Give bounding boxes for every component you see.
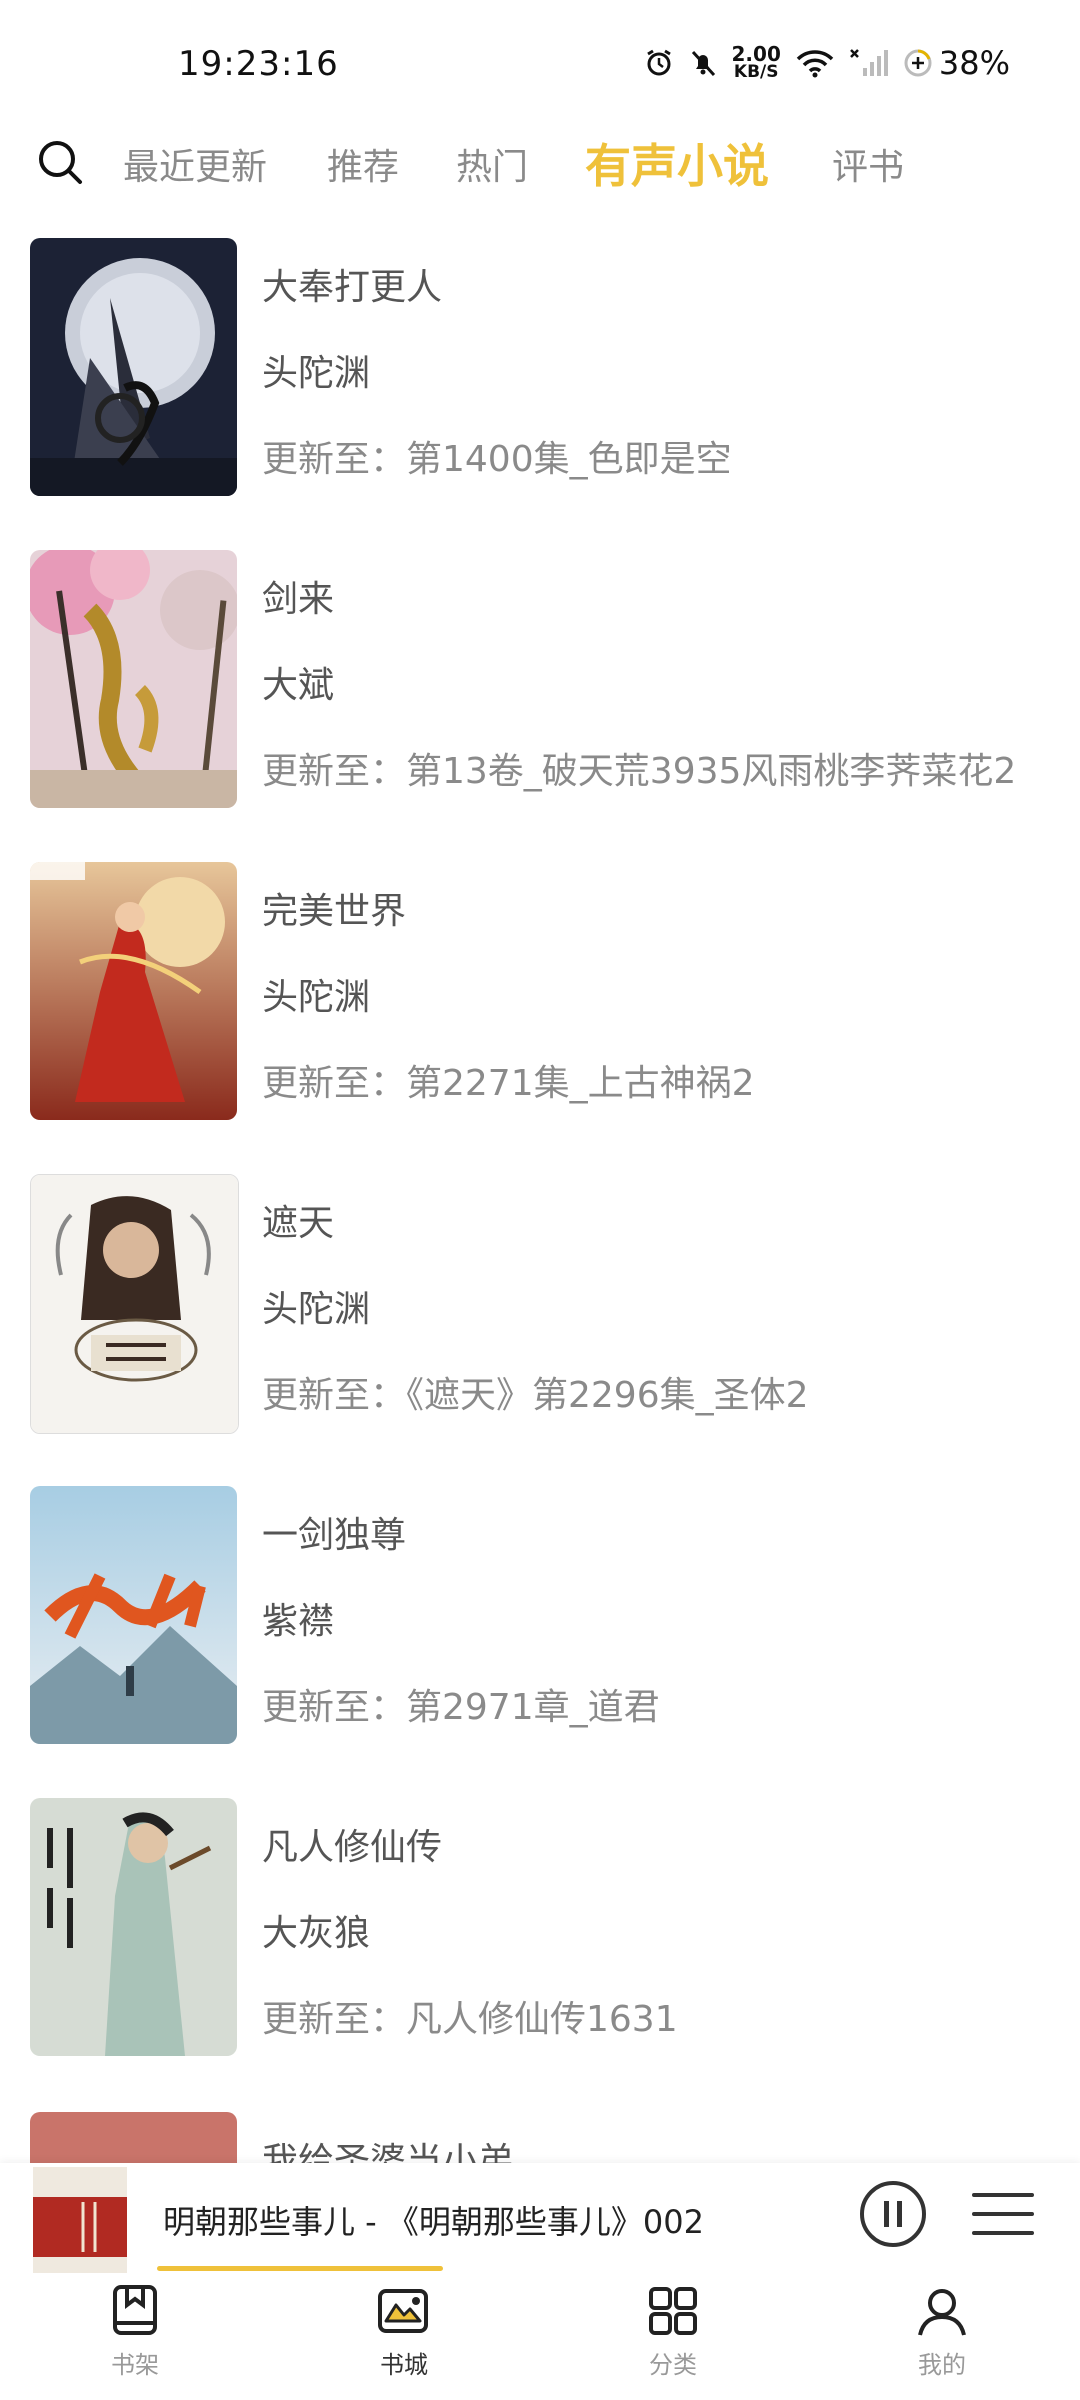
- list-item[interactable]: 遮天 头陀渊 更新至：《遮天》第2296集_圣体2: [0, 1172, 1080, 1434]
- book-update: 更新至：第13卷_破天荒3935风雨桃李荠菜花2: [262, 751, 1017, 792]
- book-author: 头陀渊: [262, 977, 371, 1018]
- book-update: 更新至：第2971章_道君: [262, 1687, 660, 1728]
- battery-icon: [904, 49, 932, 77]
- net-speed: 2.00 KB/S: [731, 42, 781, 82]
- nav-label: 分类: [649, 2351, 697, 2379]
- book-author: 大斌: [262, 665, 335, 706]
- mini-player[interactable]: 明朝那些事儿 - 《明朝那些事儿》002: [0, 2163, 1080, 2277]
- player-title: 明朝那些事儿 - 《明朝那些事儿》002: [163, 2203, 704, 2241]
- book-author: 大灰狼: [262, 1913, 371, 1954]
- book-title: 凡人修仙传: [262, 1827, 443, 1868]
- book-update: 更新至：《遮天》第2296集_圣体2: [262, 1375, 809, 1416]
- tab-audio-novels[interactable]: 有声小说: [585, 130, 769, 196]
- status-bar: 19:23:16 2.00 KB/S 38%: [0, 0, 1080, 130]
- nav-label: 书城: [380, 2351, 428, 2379]
- category-tabs: 最近更新 推荐 热门 有声小说 评书: [0, 118, 1080, 208]
- book-cover: [30, 1486, 237, 1744]
- playlist-button[interactable]: [972, 2183, 1034, 2245]
- pause-icon: [860, 2181, 926, 2247]
- battery-indicator: 38%: [903, 44, 1010, 82]
- bookshelf-icon: [107, 2283, 163, 2339]
- player-cover: [33, 2167, 127, 2277]
- nav-label: 我的: [918, 2351, 966, 2379]
- no-signal-icon: [849, 48, 889, 78]
- category-icon: [645, 2283, 701, 2339]
- book-title: 剑来: [262, 579, 335, 620]
- menu-icon: [972, 2193, 1034, 2235]
- book-title: 大奉打更人: [262, 267, 443, 308]
- tab-recent-updates[interactable]: 最近更新: [123, 138, 267, 190]
- book-update: 更新至：第1400集_色即是空: [262, 439, 732, 480]
- bookstore-icon: [376, 2283, 432, 2339]
- book-cover: [30, 550, 237, 808]
- nav-category[interactable]: 分类: [603, 2283, 743, 2380]
- alarm-icon: [644, 48, 674, 78]
- net-speed-unit: KB/S: [733, 62, 779, 82]
- nav-bookstore[interactable]: 书城: [334, 2283, 474, 2380]
- net-speed-value: 2.00: [731, 42, 781, 66]
- book-update: 更新至：第2271集_上古神祸2: [262, 1063, 755, 1104]
- search-icon[interactable]: [36, 138, 86, 188]
- list-item[interactable]: 一剑独尊 紫襟 更新至：第2971章_道君: [0, 1484, 1080, 1746]
- book-author: 紫襟: [262, 1601, 335, 1642]
- profile-icon: [914, 2283, 970, 2339]
- player-progress-bar: [157, 2266, 443, 2271]
- wifi-icon: [795, 48, 835, 78]
- book-cover: [30, 1174, 239, 1434]
- list-item[interactable]: 完美世界 头陀渊 更新至：第2271集_上古神祸2: [0, 860, 1080, 1122]
- book-update: 更新至：凡人修仙传1631: [262, 1999, 678, 2040]
- tab-recommended[interactable]: 推荐: [327, 138, 399, 190]
- tab-pingshu[interactable]: 评书: [832, 138, 904, 190]
- book-cover: [30, 238, 237, 496]
- book-author: 头陀渊: [262, 1289, 371, 1330]
- book-title: 一剑独尊: [262, 1515, 407, 1556]
- tab-popular[interactable]: 热门: [456, 138, 528, 190]
- list-item[interactable]: 大奉打更人 头陀渊 更新至：第1400集_色即是空: [0, 236, 1080, 498]
- book-author: 头陀渊: [262, 353, 371, 394]
- book-cover: [30, 862, 237, 1120]
- list-item[interactable]: 剑来 大斌 更新至：第13卷_破天荒3935风雨桃李荠菜花2: [0, 548, 1080, 810]
- book-title: 完美世界: [262, 891, 407, 932]
- pause-button[interactable]: [858, 2179, 928, 2249]
- battery-text: 38%: [938, 44, 1010, 82]
- nav-bookshelf[interactable]: 书架: [65, 2283, 205, 2380]
- nav-profile[interactable]: 我的: [872, 2283, 1012, 2380]
- status-icons: 2.00 KB/S 38%: [644, 44, 1010, 82]
- book-cover: [30, 1798, 237, 2056]
- status-time: 19:23:16: [178, 44, 339, 84]
- nav-label: 书架: [111, 2351, 159, 2379]
- list-item[interactable]: 凡人修仙传 大灰狼 更新至：凡人修仙传1631: [0, 1796, 1080, 2058]
- mute-icon: [688, 48, 718, 78]
- book-title: 遮天: [262, 1203, 335, 1244]
- bottom-nav: 书架 书城 分类 我的: [0, 2273, 1080, 2400]
